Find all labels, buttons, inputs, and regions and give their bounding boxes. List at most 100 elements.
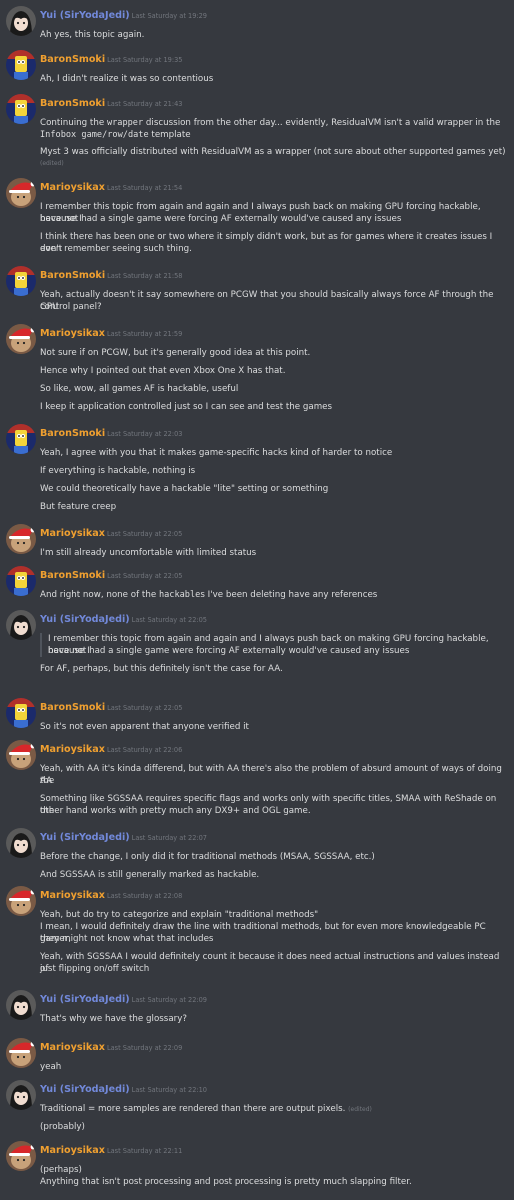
username[interactable]: BaronSmoki	[40, 54, 105, 65]
username[interactable]: Marioysikax	[40, 890, 105, 901]
santa-hat-avatar-icon	[6, 524, 36, 554]
username[interactable]: Marioysikax	[40, 182, 105, 193]
avatar[interactable]	[6, 990, 36, 1020]
message-header: Marioysikax Last Saturday at 22:05	[40, 524, 182, 541]
username[interactable]: BaronSmoki	[40, 98, 105, 109]
message-text: have not had a single game were forcing …	[40, 214, 402, 224]
username[interactable]: Yui (SirYodaJedi)	[40, 1084, 130, 1095]
message-text: control panel?	[40, 302, 102, 312]
message-text: (probably)	[40, 1122, 85, 1132]
message-header: Marioysikax Last Saturday at 22:06	[40, 740, 182, 757]
message-text: Infobox game/row/date template	[40, 129, 506, 141]
message-text: other hand works with pretty much any DX…	[40, 806, 311, 816]
avatar[interactable]	[6, 178, 36, 208]
timestamp: Last Saturday at 22:07	[131, 834, 208, 842]
message-text: Myst 3 was officially distributed with R…	[40, 147, 506, 157]
avatar[interactable]	[6, 740, 36, 770]
message-text: And SGSSAA is still generally marked as …	[40, 870, 260, 880]
avatar[interactable]	[6, 886, 36, 916]
avatar[interactable]	[6, 50, 36, 80]
timestamp: Last Saturday at 22:09	[106, 1044, 183, 1052]
avatar[interactable]	[6, 1080, 36, 1110]
timestamp: Last Saturday at 22:05	[131, 616, 208, 624]
avatar[interactable]	[6, 1038, 36, 1068]
avatar[interactable]	[6, 566, 36, 596]
message-header: Yui (SirYodaJedi) Last Saturday at 22:07	[40, 828, 207, 845]
message-text: just flipping on/off switch	[40, 964, 150, 974]
timestamp: Last Saturday at 19:35	[107, 56, 183, 64]
santa-hat-avatar-icon	[6, 1141, 36, 1171]
timestamp: Last Saturday at 22:10	[131, 1086, 208, 1094]
avatar[interactable]	[6, 524, 36, 554]
username[interactable]: Marioysikax	[40, 1042, 105, 1053]
avatar[interactable]	[6, 324, 36, 354]
avatar[interactable]	[6, 610, 36, 640]
message-text: Before the change, I only did it for tra…	[40, 852, 375, 862]
message-text: Ah yes, this topic again.	[40, 30, 145, 40]
avatar[interactable]	[6, 266, 36, 296]
username[interactable]: BaronSmoki	[40, 702, 105, 713]
message-text: We could theoretically have a hackable "…	[40, 484, 329, 494]
username[interactable]: Yui (SirYodaJedi)	[40, 994, 130, 1005]
message-text: Yeah, I agree with you that it makes gam…	[40, 448, 393, 458]
dark-haired-girl-avatar-icon	[6, 828, 36, 858]
message-text: For AF, perhaps, but this definitely isn…	[40, 664, 283, 674]
message-header: Yui (SirYodaJedi) Last Saturday at 22:05	[40, 610, 207, 627]
message-header: BaronSmoki Last Saturday at 22:03	[40, 424, 182, 441]
message-text: I keep it application controlled just so…	[40, 402, 333, 412]
username[interactable]: BaronSmoki	[40, 270, 105, 281]
avatar[interactable]	[6, 828, 36, 858]
avatar[interactable]	[6, 698, 36, 728]
message-text: Hence why I pointed out that even Xbox O…	[40, 366, 286, 376]
timestamp: Last Saturday at 22:05	[106, 530, 183, 538]
message-text: (perhaps)	[40, 1165, 82, 1175]
username[interactable]: Marioysikax	[40, 1145, 105, 1156]
message-text: Ah, I didn't realize it was so contentio…	[40, 74, 214, 84]
text-span: And right now, none of the	[40, 590, 159, 600]
message-header: BaronSmoki Last Saturday at 21:43	[40, 94, 182, 111]
username[interactable]: Yui (SirYodaJedi)	[40, 614, 130, 625]
message-text: Traditional = more samples are rendered …	[40, 1103, 506, 1116]
message-text: Continuing the wrapper discussion from t…	[40, 117, 506, 129]
message-text: So like, wow, all games AF is hackable, …	[40, 384, 239, 394]
dark-haired-girl-avatar-icon	[6, 990, 36, 1020]
message-header: Marioysikax Last Saturday at 21:54	[40, 178, 182, 195]
inline-code: hackable	[158, 590, 201, 600]
message-text: Anything that isn't post processing and …	[40, 1177, 412, 1187]
text-span: discussion from the other day... evident…	[143, 118, 501, 128]
username[interactable]: Marioysikax	[40, 328, 105, 339]
timestamp: Last Saturday at 19:29	[131, 12, 208, 20]
timestamp: Last Saturday at 22:06	[106, 746, 183, 754]
username[interactable]: BaronSmoki	[40, 428, 105, 439]
santa-hat-avatar-icon	[6, 740, 36, 770]
santa-hat-avatar-icon	[6, 886, 36, 916]
timestamp: Last Saturday at 21:43	[107, 100, 183, 108]
username[interactable]: Yui (SirYodaJedi)	[40, 10, 130, 21]
santa-hat-avatar-icon	[6, 1038, 36, 1068]
message-header: BaronSmoki Last Saturday at 22:05	[40, 566, 182, 583]
message-text: Yeah, but do try to categorize and expla…	[40, 910, 319, 920]
message-header: BaronSmoki Last Saturday at 19:35	[40, 50, 182, 67]
message-text: Not sure if on PCGW, but it's generally …	[40, 348, 311, 358]
yellow-cartoon-character-avatar-icon	[6, 698, 36, 728]
yellow-cartoon-character-avatar-icon	[6, 266, 36, 296]
message-header: Marioysikax Last Saturday at 22:08	[40, 886, 182, 903]
avatar[interactable]	[6, 94, 36, 124]
avatar[interactable]	[6, 1141, 36, 1171]
message-text: That's why we have the glossary?	[40, 1014, 187, 1024]
quote-line: have not had a single game were forcing …	[40, 645, 506, 657]
username[interactable]: Marioysikax	[40, 744, 105, 755]
message-text: And right now, none of the hackables I'v…	[40, 589, 506, 601]
message-header: BaronSmoki Last Saturday at 22:05	[40, 698, 182, 715]
avatar[interactable]	[6, 6, 36, 36]
santa-hat-avatar-icon	[6, 324, 36, 354]
username[interactable]: Yui (SirYodaJedi)	[40, 832, 130, 843]
message-header: Yui (SirYodaJedi) Last Saturday at 22:09	[40, 990, 207, 1007]
message-text: So it's not even apparent that anyone ve…	[40, 722, 249, 732]
message-text: I'm still already uncomfortable with lim…	[40, 548, 257, 558]
avatar[interactable]	[6, 424, 36, 454]
message-header: Yui (SirYodaJedi) Last Saturday at 19:29	[40, 6, 207, 23]
text-span: s I've been deleting have any references	[200, 590, 378, 600]
username[interactable]: BaronSmoki	[40, 570, 105, 581]
username[interactable]: Marioysikax	[40, 528, 105, 539]
